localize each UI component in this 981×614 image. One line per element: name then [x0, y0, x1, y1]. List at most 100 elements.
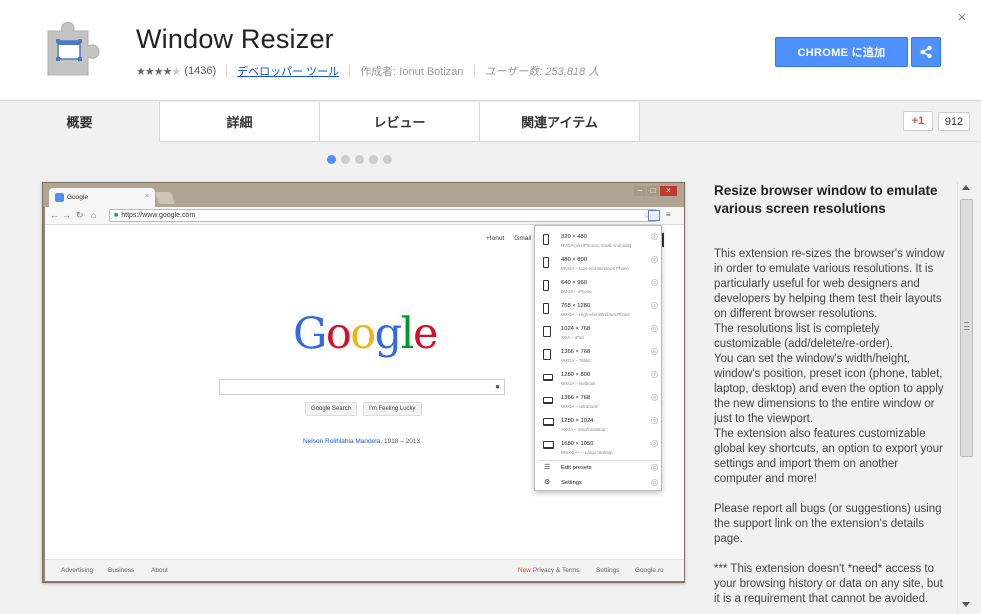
- window-close-icon: ×: [660, 186, 677, 196]
- add-to-chrome-button[interactable]: CHROME に追加: [775, 37, 908, 67]
- scroll-up-arrow-icon[interactable]: [962, 185, 970, 190]
- scrollbar-thumb[interactable]: [960, 199, 973, 457]
- resolution-item: 480 × 800 WVGA – Low-end Windows Phone 2: [535, 253, 663, 276]
- shortcut-badge: 6: [651, 348, 658, 355]
- minimize-icon: –: [634, 186, 646, 196]
- description-paragraph: The resolutions list is completely custo…: [714, 323, 893, 350]
- shortcut-badge: S: [651, 479, 658, 486]
- google-logo: Google: [293, 313, 438, 356]
- extension-screenshot[interactable]: Google × – □ × ← → ↻ ⌂ ■ https://www.goo…: [42, 182, 685, 583]
- back-icon: ←: [50, 210, 59, 220]
- footer-new-label: New: [518, 567, 532, 574]
- rating-empty-star: ★: [171, 65, 181, 78]
- resolution-description: WXGA – Tablet: [561, 358, 591, 363]
- edit-presets-label: Edit presets: [561, 465, 592, 471]
- rating-count[interactable]: (1436): [184, 65, 216, 77]
- detail-tabs: 概要 詳細 レビュー 関連アイテム: [0, 102, 640, 142]
- description-paragraph: You can set the window's width/height, w…: [714, 353, 944, 425]
- resolution-name: 1280 × 800: [561, 372, 591, 378]
- scrollbar-grip: [964, 322, 969, 330]
- new-tab-icon: [154, 192, 176, 204]
- scroll-down-arrow-icon[interactable]: [962, 602, 970, 607]
- laptop-icon: [543, 374, 553, 381]
- user-count: ユーザー数: 253,818 人: [484, 66, 600, 78]
- resolution-item: 1280 × 800 WXGA – Netbook 7: [535, 368, 663, 391]
- resizer-popup: 320 × 480 HVGA (old iPhones, small Androi…: [534, 225, 662, 491]
- edit-presets-row: ☰ Edit presets E: [535, 461, 663, 475]
- shortcut-badge: 3: [651, 279, 658, 286]
- browser-tabstrip: Google × – □ ×: [43, 183, 684, 207]
- footer-advertising: Advertising: [61, 567, 94, 574]
- lock-icon: ■: [114, 212, 119, 219]
- resolution-name: 1680 × 1050: [561, 441, 594, 447]
- google-footer: Advertising Business About New Privacy &…: [45, 559, 684, 581]
- resolution-item: 320 × 480 HVGA (old iPhones, small Androi…: [535, 230, 663, 253]
- puzzle-piece-icon: [47, 22, 100, 76]
- carousel-dot[interactable]: [355, 155, 364, 164]
- shortcut-badge: E: [651, 464, 658, 471]
- shortcut-badge: 9: [651, 417, 658, 424]
- microphone-icon: ●: [495, 382, 500, 391]
- description-paragraph: The extension also features customizable…: [714, 428, 943, 485]
- tab-details[interactable]: 詳細: [160, 102, 320, 142]
- google-homepage: +Ionut Gmail Google ● Google Search I'm …: [45, 225, 684, 581]
- description-body: This extension re-sizes the browser's wi…: [714, 247, 946, 614]
- phone-icon: [543, 257, 549, 268]
- carousel-dot[interactable]: [327, 155, 336, 164]
- browser-toolbar: ← → ↻ ⌂ ■ https://www.google.com ☆ ≡: [45, 207, 684, 225]
- tab-overview[interactable]: 概要: [0, 102, 160, 142]
- resolution-description: SXGA – Small desktop: [561, 427, 606, 432]
- shortcut-badge: 4: [651, 302, 658, 309]
- browser-tab: Google ×: [49, 188, 155, 207]
- tablet-icon: [543, 349, 551, 360]
- resolution-item: 768 × 1280 WXGA – High-end Windows Phone 4: [535, 299, 663, 322]
- meta-divider: [473, 64, 475, 78]
- logo-letter: g: [374, 309, 403, 359]
- resolution-description: WSXGA+ – Large desktop: [561, 450, 613, 455]
- maximize-icon: □: [647, 186, 659, 196]
- logo-letter: e: [412, 309, 438, 359]
- tab-reviews[interactable]: レビュー: [320, 102, 480, 142]
- description-scrollbar[interactable]: [957, 182, 974, 614]
- logo-letter: G: [293, 309, 327, 359]
- share-icon: [920, 45, 932, 59]
- shortcut-badge: 2: [651, 256, 658, 263]
- resolution-name: 1366 × 768: [561, 349, 591, 355]
- logo-letter: o: [350, 309, 376, 359]
- carousel-dot[interactable]: [369, 155, 378, 164]
- carousel-dots: [327, 155, 392, 164]
- resolution-name: 768 × 1280: [561, 303, 591, 309]
- resolution-item: 1680 × 1050 WSXGA+ – Large desktop 0: [535, 437, 663, 460]
- shortcut-badge: 1: [651, 233, 658, 240]
- resolution-item: 1280 × 1024 SXGA – Small desktop 9: [535, 414, 663, 437]
- google-plus-one-button[interactable]: +1: [903, 111, 933, 131]
- resolution-description: HVGA (old iPhones, small Androids): [561, 243, 632, 248]
- resolution-item: 1366 × 768 WXGA – Tablet 6: [535, 345, 663, 368]
- carousel-dot[interactable]: [383, 155, 392, 164]
- carousel-dot[interactable]: [341, 155, 350, 164]
- logo-letter: o: [325, 309, 352, 359]
- google-gmail-link: Gmail: [514, 235, 532, 242]
- category-link[interactable]: デベロッパー ツール: [237, 63, 339, 79]
- desktop-icon: [543, 418, 554, 426]
- rating-stars: ★★★★★: [136, 65, 181, 78]
- tab-related[interactable]: 関連アイテム: [480, 102, 640, 142]
- settings-row: ⚙ Settings S: [535, 476, 663, 490]
- laptop-icon: [543, 397, 553, 404]
- extension-meta: ★★★★★ (1436) デベロッパー ツール 作成者: Ionut Botiz…: [136, 63, 599, 79]
- shortcut-badge: 7: [651, 371, 658, 378]
- desktop-icon: [543, 441, 554, 449]
- reload-icon: ↻: [76, 210, 84, 220]
- google-search-box: ●: [219, 379, 505, 395]
- logo-letter: l: [400, 309, 415, 359]
- close-icon[interactable]: ×: [955, 10, 969, 25]
- resolution-name: 1366 × 768: [561, 395, 591, 401]
- description-paragraph: Please report all bugs (or suggestions) …: [714, 503, 942, 545]
- extension-title: Window Resizer: [136, 24, 334, 54]
- footer-domain: Google.ro: [635, 567, 664, 574]
- footer-privacy: New Privacy & Terms: [518, 567, 580, 574]
- google-buttons: Google Search I'm Feeling Lucky: [305, 402, 422, 416]
- share-button[interactable]: [911, 37, 941, 67]
